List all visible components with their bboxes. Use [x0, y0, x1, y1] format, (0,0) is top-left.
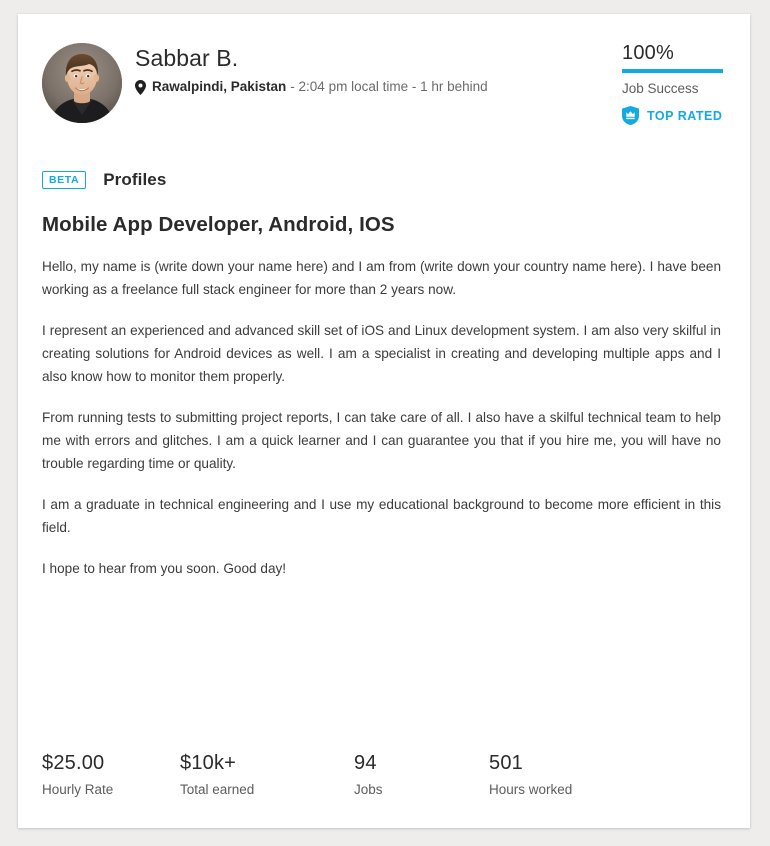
job-success-percent: 100%	[622, 42, 674, 64]
stat-hourly-rate: $25.00 Hourly Rate	[42, 751, 180, 799]
section-header: BETA Profiles	[42, 170, 726, 190]
user-name: Sabbar B.	[135, 45, 239, 71]
location-text: Rawalpindi, Pakistan	[152, 79, 287, 94]
stat-hours-worked: 501 Hours worked	[489, 751, 649, 799]
stat-label: Hourly Rate	[42, 782, 114, 797]
overview-paragraph: From running tests to submitting project…	[42, 410, 721, 471]
overview-paragraph: I hope to hear from you soon. Good day!	[42, 561, 287, 576]
stat-value: $10k+	[180, 752, 237, 774]
stats-row: $25.00 Hourly Rate $10k+ Total earned 94…	[18, 751, 750, 799]
profile-overview: Hello, my name is (write down your name …	[42, 255, 721, 580]
local-time-text: - 2:04 pm local time - 1 hr behind	[290, 79, 488, 94]
overview-paragraph: I represent an experienced and advanced …	[42, 323, 721, 384]
shield-crown-icon	[622, 106, 639, 125]
avatar[interactable]	[42, 43, 122, 123]
map-pin-icon	[135, 79, 146, 95]
page-root: Sabbar B. Rawalpindi, Pakistan - 2:04 pm…	[0, 0, 770, 846]
top-rated-badge[interactable]: TOP RATED	[622, 106, 727, 125]
identity-block: Sabbar B. Rawalpindi, Pakistan - 2:04 pm…	[135, 43, 488, 96]
job-success-block: 100% Job Success TOP RATED	[622, 41, 727, 125]
stat-value: $25.00	[42, 752, 105, 774]
location-row: Rawalpindi, Pakistan - 2:04 pm local tim…	[135, 78, 488, 96]
page-title: Mobile App Developer, Android, IOS	[42, 213, 395, 236]
stat-total-earned: $10k+ Total earned	[180, 751, 354, 799]
avatar-photo	[42, 43, 122, 123]
job-success-label: Job Success	[622, 81, 699, 96]
stat-jobs: 94 Jobs	[354, 751, 489, 799]
stat-value: 94	[354, 752, 377, 774]
overview-paragraph: I am a graduate in technical engineering…	[42, 497, 721, 535]
stat-label: Total earned	[180, 782, 255, 797]
beta-badge: BETA	[42, 171, 87, 189]
profile-body: BETA Profiles Mobile App Developer, Andr…	[18, 170, 750, 580]
profile-card: Sabbar B. Rawalpindi, Pakistan - 2:04 pm…	[18, 14, 750, 828]
stat-label: Jobs	[354, 782, 383, 797]
stat-value: 501	[489, 752, 523, 774]
profile-header: Sabbar B. Rawalpindi, Pakistan - 2:04 pm…	[18, 14, 750, 132]
overview-paragraph: Hello, my name is (write down your name …	[42, 259, 721, 297]
section-title: Profiles	[103, 170, 167, 189]
top-rated-label: TOP RATED	[647, 108, 723, 123]
job-success-bar	[622, 69, 723, 73]
stat-label: Hours worked	[489, 782, 573, 797]
